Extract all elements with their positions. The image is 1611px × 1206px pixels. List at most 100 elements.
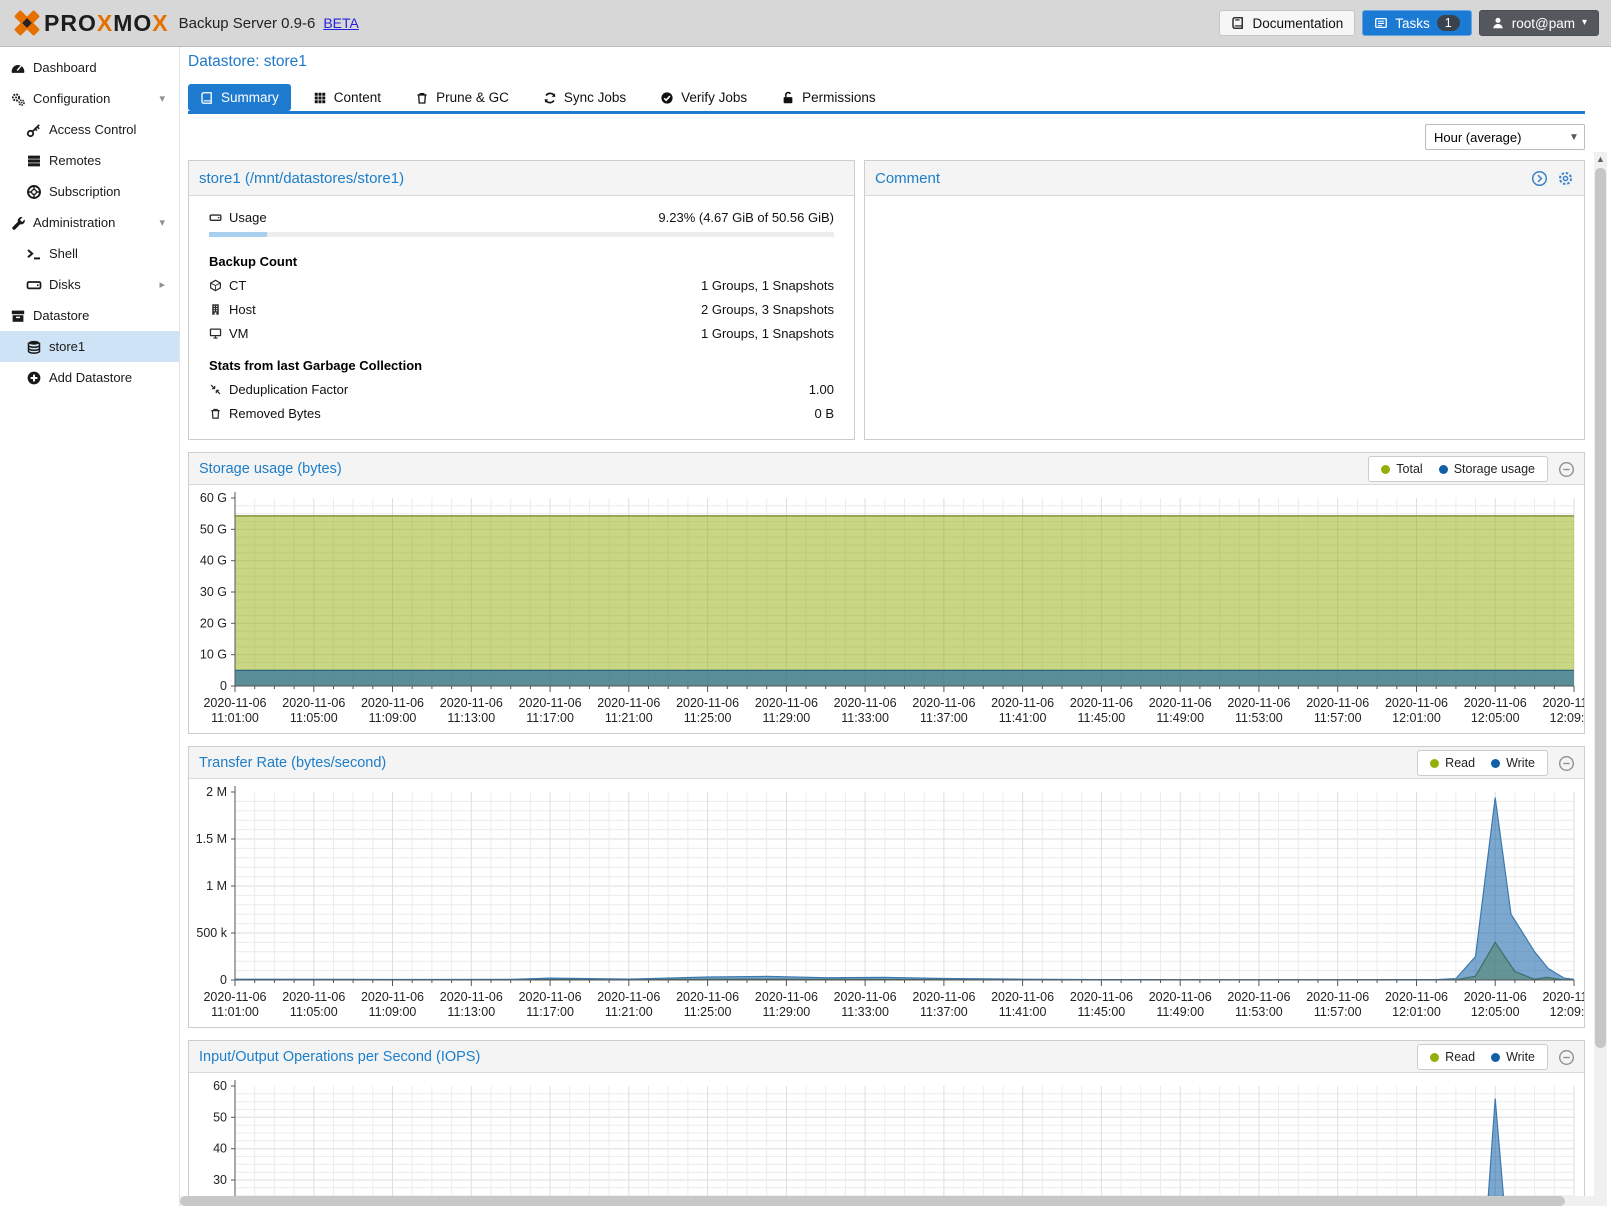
svg-text:500 k: 500 k <box>196 926 227 940</box>
gear-icon[interactable] <box>1557 170 1574 187</box>
row-label: Deduplication Factor <box>229 382 348 397</box>
svg-text:11:41:00: 11:41:00 <box>999 1005 1047 1019</box>
tab-permissions[interactable]: Permissions <box>769 84 888 111</box>
tasks-button[interactable]: Tasks 1 <box>1362 10 1471 36</box>
ct-row: CT 1 Groups, 1 Snapshots <box>209 278 834 293</box>
sidebar-item-configuration[interactable]: Configuration ▾ <box>0 83 179 114</box>
chevron-circle-right-icon[interactable] <box>1531 170 1548 187</box>
svg-text:11:17:00: 11:17:00 <box>526 1005 574 1019</box>
user-menu-button[interactable]: root@pam ▾ <box>1479 10 1599 36</box>
trash-icon <box>415 91 429 105</box>
grid-icon <box>313 91 327 105</box>
sidebar-item-store1[interactable]: store1 <box>0 331 179 362</box>
svg-text:2020-11-06: 2020-11-06 <box>834 696 897 710</box>
sidebar-item-shell[interactable]: Shell <box>0 238 179 269</box>
tab-summary[interactable]: Summary <box>188 84 291 111</box>
legend-item-read[interactable]: Read <box>1430 756 1475 770</box>
store1-panel-title: store1 (/mnt/datastores/store1) <box>199 170 404 187</box>
desktop-icon <box>209 327 222 340</box>
tab-verify-jobs[interactable]: Verify Jobs <box>648 84 759 111</box>
svg-text:11:21:00: 11:21:00 <box>605 711 653 725</box>
row-value: 1 Groups, 1 Snapshots <box>701 278 834 293</box>
beta-link[interactable]: BETA <box>323 15 359 31</box>
storage-usage-chart: 010 G20 G30 G40 G50 G60 G2020-11-0611:01… <box>189 485 1584 733</box>
svg-text:12:05:00: 12:05:00 <box>1471 1005 1520 1019</box>
comment-body[interactable] <box>865 196 1584 220</box>
svg-text:2020-11-06: 2020-11-06 <box>1070 696 1133 710</box>
svg-text:1.5 M: 1.5 M <box>196 832 227 846</box>
legend-item-write[interactable]: Write <box>1491 756 1535 770</box>
sidebar-item-administration[interactable]: Administration ▾ <box>0 207 179 238</box>
tab-prune-gc[interactable]: Prune & GC <box>403 84 521 111</box>
legend-item-storage-usage[interactable]: Storage usage <box>1439 462 1535 476</box>
sidebar-label: Administration <box>33 215 115 230</box>
svg-text:11:33:00: 11:33:00 <box>841 711 889 725</box>
tab-label: Content <box>334 84 381 111</box>
collapse-caret-icon[interactable]: ▾ <box>159 92 165 105</box>
svg-text:2020-11-06: 2020-11-06 <box>597 696 660 710</box>
horizontal-scrollbar-thumb[interactable] <box>180 1196 1565 1206</box>
svg-text:11:25:00: 11:25:00 <box>684 1005 732 1019</box>
time-range-dropdown[interactable]: Hour (average) ▼ <box>1425 124 1585 150</box>
sidebar-item-subscription[interactable]: Subscription <box>0 176 179 207</box>
svg-text:2020-11-06: 2020-11-06 <box>1227 696 1290 710</box>
row-value: 1 Groups, 1 Snapshots <box>701 326 834 341</box>
tab-sync-jobs[interactable]: Sync Jobs <box>531 84 638 111</box>
collapse-circle-icon[interactable] <box>1558 461 1575 478</box>
svg-text:2020-11-06: 2020-11-06 <box>1542 990 1584 1004</box>
storage-usage-panel: Storage usage (bytes) Total Storage usag… <box>188 452 1585 734</box>
svg-text:60 G: 60 G <box>200 491 227 505</box>
sidebar-item-access-control[interactable]: Access Control <box>0 114 179 145</box>
dashboard-icon <box>10 60 26 76</box>
task-list-icon <box>1374 16 1388 30</box>
sidebar-item-add-datastore[interactable]: Add Datastore <box>0 362 179 393</box>
hdd-icon <box>209 211 222 224</box>
compress-arrows-icon <box>209 383 222 396</box>
tab-label: Summary <box>221 84 279 111</box>
collapse-caret-icon[interactable]: ▾ <box>159 216 165 229</box>
collapse-circle-icon[interactable] <box>1558 755 1575 772</box>
svg-text:50 G: 50 G <box>200 522 227 536</box>
row-label: CT <box>229 278 246 293</box>
svg-text:2020-11-06: 2020-11-06 <box>1464 990 1527 1004</box>
svg-text:2020-11-06: 2020-11-06 <box>991 990 1054 1004</box>
sidebar-item-dashboard[interactable]: Dashboard <box>0 52 179 83</box>
svg-text:2020-11-06: 2020-11-06 <box>1385 696 1448 710</box>
scroll-up-icon[interactable]: ▲ <box>1594 152 1607 166</box>
tasks-count-badge: 1 <box>1437 15 1460 31</box>
vertical-scrollbar-thumb[interactable] <box>1595 168 1606 1048</box>
svg-text:11:45:00: 11:45:00 <box>1078 711 1126 725</box>
sidebar-item-remotes[interactable]: Remotes <box>0 145 179 176</box>
svg-text:12:01:00: 12:01:00 <box>1392 1005 1441 1019</box>
sidebar-item-datastore[interactable]: Datastore <box>0 300 179 331</box>
row-value: 2 Groups, 3 Snapshots <box>701 302 834 317</box>
expand-caret-icon[interactable]: ▸ <box>159 278 165 291</box>
horizontal-scrollbar[interactable] <box>180 1196 1607 1206</box>
gc-stats-heading: Stats from last Garbage Collection <box>209 358 834 373</box>
tab-content[interactable]: Content <box>301 84 393 111</box>
host-row: Host 2 Groups, 3 Snapshots <box>209 302 834 317</box>
svg-text:11:01:00: 11:01:00 <box>211 711 259 725</box>
sidebar-item-disks[interactable]: Disks ▸ <box>0 269 179 300</box>
iops-panel: Input/Output Operations per Second (IOPS… <box>188 1040 1585 1198</box>
collapse-circle-icon[interactable] <box>1558 1049 1575 1066</box>
legend-label: Write <box>1506 1050 1535 1064</box>
sidebar-label: Datastore <box>33 308 89 323</box>
documentation-button[interactable]: Documentation <box>1219 10 1355 36</box>
svg-text:12:05:00: 12:05:00 <box>1471 711 1520 725</box>
brand-wordmark: PROXMOX <box>44 10 169 37</box>
vertical-scrollbar[interactable]: ▲ <box>1594 152 1607 1196</box>
legend-item-read[interactable]: Read <box>1430 1050 1475 1064</box>
legend-dot <box>1430 1053 1439 1062</box>
svg-text:2020-11-06: 2020-11-06 <box>203 990 266 1004</box>
svg-text:11:13:00: 11:13:00 <box>447 711 495 725</box>
legend-label: Read <box>1445 1050 1475 1064</box>
page-title: Datastore: store1 <box>188 53 1611 71</box>
legend-item-total[interactable]: Total <box>1381 462 1422 476</box>
removed-bytes-row: Removed Bytes 0 B <box>209 406 834 421</box>
tab-bar: Summary Content Prune & GC Sync Jobs Ver… <box>188 84 1611 111</box>
svg-text:2020-11-06: 2020-11-06 <box>912 696 975 710</box>
svg-text:20 G: 20 G <box>200 616 227 630</box>
chevron-down-icon: ▼ <box>1564 132 1584 143</box>
legend-item-write[interactable]: Write <box>1491 1050 1535 1064</box>
